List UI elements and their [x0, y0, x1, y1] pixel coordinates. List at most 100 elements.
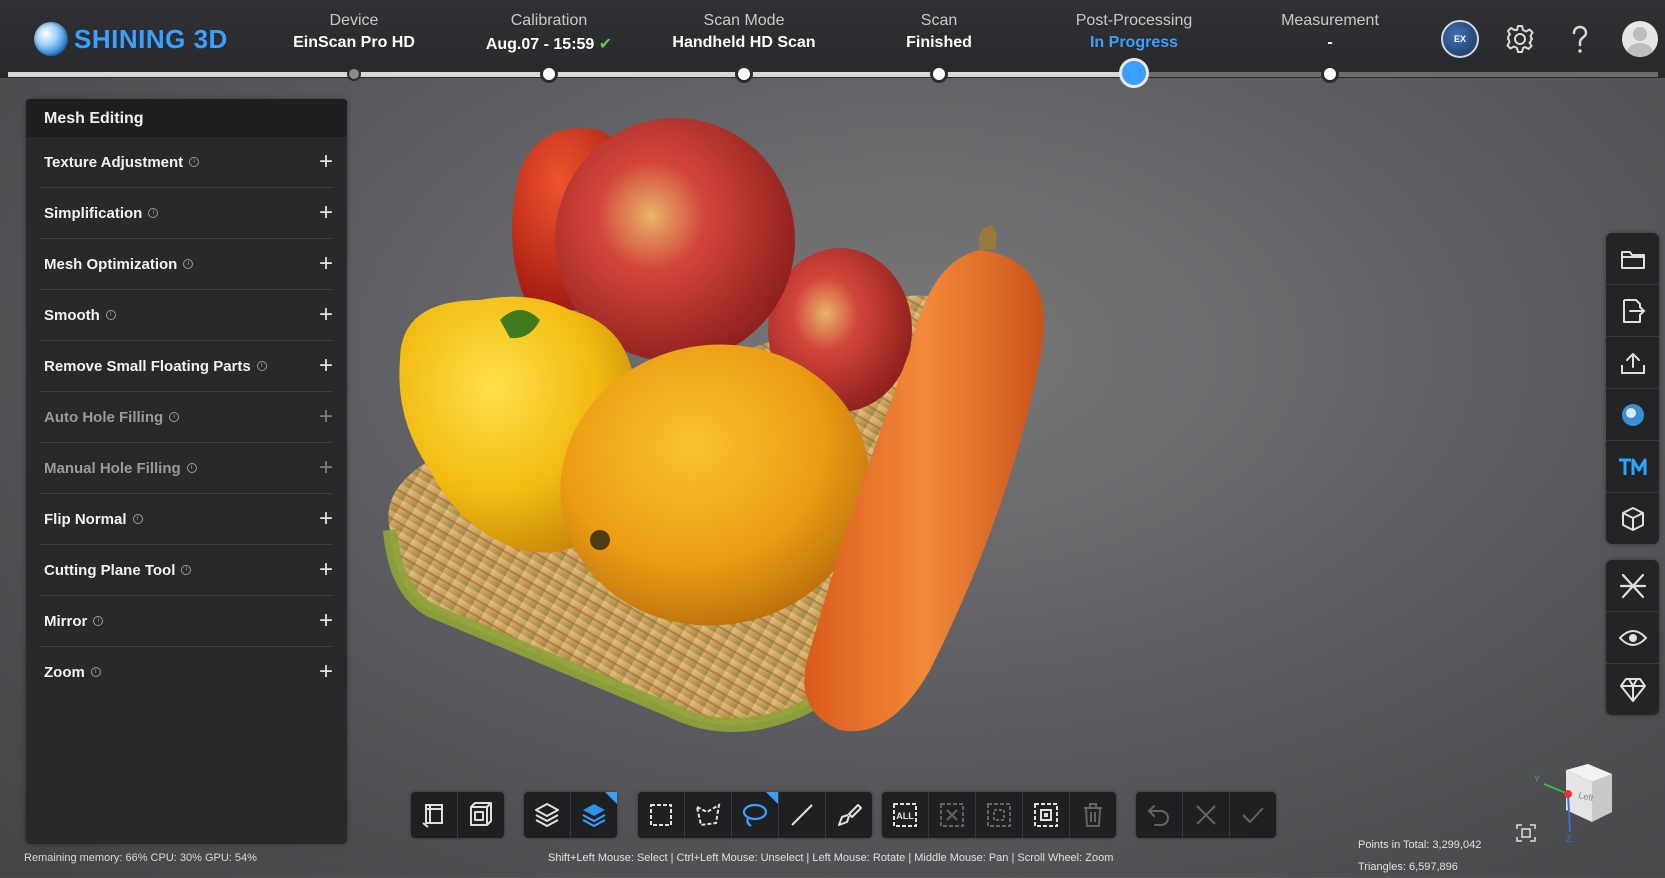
step-scan-mode[interactable]: Scan Mode Handheld HD Scan	[644, 12, 844, 52]
upload-button[interactable]	[1606, 336, 1659, 388]
panel-title: Mesh Editing	[26, 99, 347, 137]
settings-button[interactable]	[1501, 20, 1539, 58]
delete-selection-button	[1069, 792, 1116, 838]
step-value: EinScan Pro HD	[293, 34, 415, 51]
step-node-post-processing[interactable]	[1119, 58, 1149, 88]
polygon-select-button[interactable]	[684, 792, 731, 838]
front-view-button[interactable]	[411, 792, 457, 838]
expand-plus-icon[interactable]: +	[319, 250, 333, 278]
step-node-measurement[interactable]	[1321, 65, 1339, 83]
step-scan[interactable]: Scan Finished	[839, 12, 1039, 52]
open-folder-button[interactable]	[1606, 233, 1659, 284]
right-toolbar-file	[1606, 233, 1659, 544]
info-icon[interactable]: i	[90, 667, 101, 677]
tool-label: Texture Adjustment	[44, 153, 184, 171]
submenu-indicator	[766, 792, 778, 804]
sketchfab-button[interactable]	[1606, 388, 1659, 440]
step-node-device[interactable]	[347, 67, 361, 81]
visibility-button[interactable]	[1606, 611, 1659, 663]
expand-plus-icon[interactable]: +	[319, 658, 333, 686]
axis-z-label: Z	[1566, 834, 1572, 844]
expand-plus-icon[interactable]: +	[319, 556, 333, 584]
step-post-processing[interactable]: Post-Processing In Progress	[1034, 12, 1234, 52]
tool-label: Mesh Optimization	[44, 255, 178, 273]
tool-cutting-plane[interactable]: Cutting Plane Tool i +	[40, 545, 333, 596]
layers-button[interactable]	[524, 792, 570, 838]
info-icon[interactable]: i	[132, 514, 143, 524]
expand-plus-icon[interactable]: +	[319, 301, 333, 329]
view-tools-group	[411, 792, 504, 838]
tool-label: Auto Hole Filling	[44, 408, 164, 426]
fit-view-icon[interactable]	[1516, 824, 1536, 842]
export-file-button[interactable]	[1606, 284, 1659, 336]
info-icon[interactable]: i	[181, 565, 192, 575]
apply-icon	[1242, 807, 1264, 824]
step-label: Calibration	[510, 12, 588, 29]
polygon-select-icon	[695, 803, 721, 827]
step-node-scan-mode[interactable]	[735, 65, 753, 83]
info-icon[interactable]: i	[256, 361, 267, 371]
folder-icon	[1620, 250, 1645, 269]
info-icon[interactable]: i	[169, 412, 180, 422]
tool-label: Smooth	[44, 306, 100, 324]
step-calibration[interactable]: Calibration Aug.07 - 15:59 ✔	[449, 12, 649, 54]
expand-plus-icon[interactable]: +	[319, 199, 333, 227]
line-select-button[interactable]	[778, 792, 825, 838]
expand-plus-icon[interactable]: +	[319, 148, 333, 176]
render-mode-button[interactable]	[1606, 663, 1659, 715]
expand-plus-icon[interactable]: +	[319, 607, 333, 635]
info-icon[interactable]: i	[183, 259, 194, 269]
step-label: Device	[329, 12, 379, 29]
brush-select-button[interactable]	[825, 792, 872, 838]
tm-button[interactable]	[1606, 440, 1659, 492]
box-view-button[interactable]	[457, 792, 504, 838]
export-file-icon	[1622, 298, 1645, 323]
tool-mesh-optimization[interactable]: Mesh Optimization i +	[40, 239, 333, 290]
help-button[interactable]	[1561, 20, 1599, 58]
info-icon[interactable]: i	[189, 157, 200, 167]
tool-label: Simplification	[44, 204, 143, 222]
tool-mirror[interactable]: Mirror i +	[40, 596, 333, 647]
select-connected-icon	[1034, 803, 1058, 827]
info-icon[interactable]: i	[186, 463, 197, 473]
step-measurement[interactable]: Measurement -	[1230, 12, 1430, 52]
info-icon[interactable]: i	[93, 616, 104, 626]
step-device[interactable]: Device EinScan Pro HD	[254, 12, 454, 52]
ex-mode-button[interactable]: EX	[1441, 20, 1479, 58]
3d-model-viewport[interactable]	[370, 110, 1130, 790]
select-connected-button[interactable]	[1022, 792, 1069, 838]
tool-simplification[interactable]: Simplification i +	[40, 188, 333, 239]
step-value: In Progress	[1089, 34, 1179, 51]
triangles-total: Triangles: 6,597,896	[1358, 861, 1458, 873]
expand-plus-icon[interactable]: +	[319, 352, 333, 380]
rectangle-select-button[interactable]	[638, 792, 684, 838]
info-icon[interactable]: i	[148, 208, 159, 218]
step-label: Scan	[920, 12, 958, 29]
align-button[interactable]	[1606, 560, 1659, 611]
tool-label: Remove Small Floating Parts	[44, 357, 251, 375]
info-icon[interactable]: i	[105, 310, 116, 320]
mouse-hint: Shift+Left Mouse: Select | Ctrl+Left Mou…	[548, 852, 1114, 864]
tool-texture-adjustment[interactable]: Texture Adjustment i +	[40, 137, 333, 188]
tool-auto-hole-filling: Auto Hole Filling i +	[40, 392, 333, 443]
tool-flip-normal[interactable]: Flip Normal i +	[40, 494, 333, 545]
tool-remove-small-floating-parts[interactable]: Remove Small Floating Parts i +	[40, 341, 333, 392]
expand-plus-icon[interactable]: +	[319, 505, 333, 533]
cube-icon	[1621, 506, 1644, 531]
step-value: Handheld HD Scan	[672, 34, 816, 51]
select-all-button[interactable]: ALL	[882, 792, 928, 838]
cube-view-button[interactable]	[1606, 492, 1659, 544]
tool-label: Zoom	[44, 663, 85, 681]
top-bar: SHINING 3D Device EinScan Pro HD Calibra…	[0, 0, 1665, 78]
lasso-select-button[interactable]	[731, 792, 778, 838]
selected-layers-button[interactable]	[570, 792, 617, 838]
cancel-icon	[1196, 805, 1216, 825]
step-node-calibration[interactable]	[540, 65, 558, 83]
step-label: Measurement	[1281, 12, 1379, 29]
user-button[interactable]	[1621, 20, 1659, 58]
top-right-icons: EX	[1441, 20, 1665, 58]
step-node-scan[interactable]	[930, 65, 948, 83]
avatar	[1622, 21, 1658, 57]
tool-zoom[interactable]: Zoom i +	[40, 647, 333, 697]
tool-smooth[interactable]: Smooth i +	[40, 290, 333, 341]
